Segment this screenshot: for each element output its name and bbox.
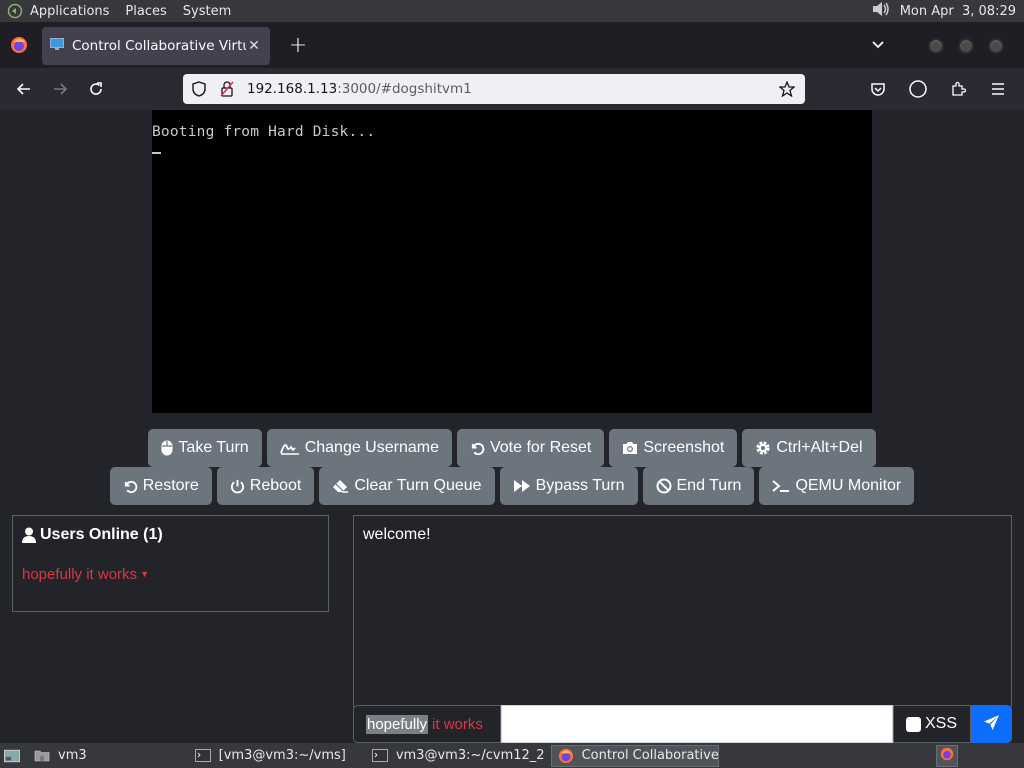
user-list-item[interactable]: hopefully it works ▼ — [22, 566, 149, 583]
screenshot-label: Screenshot — [643, 439, 725, 456]
xss-checkbox[interactable] — [906, 716, 921, 732]
bookmark-star-icon[interactable] — [775, 74, 799, 104]
undo-icon — [123, 479, 138, 494]
terminal-window-icon — [194, 749, 211, 763]
taskbar-item-terminal-cvm[interactable]: vm3@vm3:~/cvm12_2 — [366, 745, 551, 767]
camera-icon — [622, 441, 638, 455]
new-tab-button[interactable]: + — [280, 27, 316, 63]
ctrl-alt-del-label: Ctrl+Alt+Del — [776, 439, 863, 456]
clear-turn-queue-button[interactable]: Clear Turn Queue — [319, 467, 495, 505]
vm-text-cursor — [152, 152, 161, 154]
close-window-button[interactable] — [988, 38, 1004, 54]
list-all-tabs-icon[interactable] — [866, 34, 890, 56]
undo-icon — [470, 441, 485, 456]
vote-for-reset-button[interactable]: Vote for Reset — [456, 429, 605, 467]
chat-username-label: hopefully it works — [353, 705, 501, 743]
dropdown-caret-icon: ▼ — [140, 569, 149, 579]
send-button[interactable] — [971, 705, 1012, 743]
users-online-title: Users Online (1) — [40, 526, 163, 543]
places-menu[interactable]: Places — [125, 4, 166, 19]
xss-toggle[interactable]: XSS — [893, 705, 971, 743]
change-username-button[interactable]: Change Username — [266, 429, 452, 467]
signature-icon — [279, 441, 300, 455]
gear-icon — [755, 440, 771, 456]
users-online-panel: Users Online (1) hopefully it works ▼ — [12, 515, 329, 612]
ban-icon — [656, 478, 672, 494]
screenshot-button[interactable]: Screenshot — [609, 429, 738, 467]
tab-active[interactable]: Control Collaborative Virtual Machine ✕ — [42, 27, 270, 65]
show-desktop-icon — [4, 749, 20, 763]
account-icon[interactable] — [900, 73, 936, 105]
reboot-label: Reboot — [249, 477, 302, 494]
change-username-label: Change Username — [304, 439, 439, 456]
taskbar-item-vm3-folder[interactable]: vm3 — [28, 745, 93, 767]
system-menu[interactable]: System — [183, 4, 231, 19]
vm-controls-row-2: Restore Reboot Clear Turn Queue Bypass T… — [0, 467, 1024, 505]
distro-logo-icon[interactable] — [6, 2, 24, 20]
applications-menu[interactable]: Applications — [30, 4, 109, 19]
reboot-button[interactable]: Reboot — [216, 467, 315, 505]
navigation-bar: 192.168.1.13:3000/#dogshitvm1 — [0, 68, 1024, 110]
ctrl-alt-del-button[interactable]: Ctrl+Alt+Del — [742, 429, 876, 467]
user-icon — [22, 527, 36, 543]
chat-message-input[interactable] — [501, 705, 893, 743]
vm-controls-row-1: Take Turn Change Username Vote for Reset… — [0, 429, 1024, 467]
chat-message: welcome! — [363, 526, 431, 543]
firefox-mini-icon — [940, 747, 954, 765]
end-turn-label: End Turn — [676, 477, 742, 494]
qemu-monitor-button[interactable]: QEMU Monitor — [759, 467, 915, 505]
terminal-window-icon — [371, 749, 388, 763]
vm-display[interactable]: Booting from Hard Disk... — [152, 110, 872, 413]
vm-console-text: Booting from Hard Disk... — [152, 124, 376, 140]
extensions-icon[interactable] — [940, 73, 976, 105]
mouse-icon — [161, 440, 173, 456]
chat-panel: welcome! — [353, 515, 1012, 707]
tab-title: Control Collaborative Virtual Machine — [72, 38, 246, 54]
maximize-window-button[interactable] — [958, 38, 974, 54]
restore-label: Restore — [142, 477, 199, 494]
pocket-icon[interactable] — [860, 73, 896, 105]
terminal-icon — [772, 479, 790, 493]
chat-input-row: hopefully it works XSS — [353, 705, 1012, 743]
vote-for-reset-label: Vote for Reset — [489, 439, 592, 456]
restore-button[interactable]: Restore — [109, 467, 212, 505]
take-turn-button[interactable]: Take Turn — [148, 429, 262, 467]
url-bar[interactable]: 192.168.1.13:3000/#dogshitvm1 — [183, 74, 805, 104]
insecure-lock-icon[interactable] — [215, 74, 239, 104]
take-turn-label: Take Turn — [178, 439, 249, 456]
clear-turn-queue-label: Clear Turn Queue — [354, 477, 482, 494]
forward-icon — [513, 479, 531, 493]
end-turn-button[interactable]: End Turn — [642, 467, 755, 505]
show-desktop-button[interactable] — [0, 745, 28, 767]
workspace-switcher[interactable] — [936, 744, 958, 767]
taskbar-item-terminal-vms[interactable]: [vm3@vm3:~/vms] — [189, 745, 352, 767]
forward-button[interactable] — [42, 73, 78, 105]
eraser-icon — [332, 479, 349, 493]
folder-icon — [34, 749, 50, 763]
bottom-taskbar: vm3 [vm3@vm3:~/vms] vm3@vm3:~/cvm12_2 Co… — [0, 743, 1024, 768]
url-text[interactable]: 192.168.1.13:3000/#dogshitvm1 — [247, 81, 771, 97]
top-panel: Applications Places System Mon Apr 3, 08… — [0, 0, 1024, 22]
tab-strip: Control Collaborative Virtual Machine ✕ … — [0, 22, 1024, 68]
firefox-view-icon[interactable] — [0, 22, 38, 68]
minimize-window-button[interactable] — [928, 38, 944, 54]
bypass-turn-label: Bypass Turn — [535, 477, 625, 494]
bypass-turn-button[interactable]: Bypass Turn — [499, 467, 638, 505]
close-tab-icon[interactable]: ✕ — [246, 38, 262, 54]
clock[interactable]: Mon Apr 3, 08:29 — [900, 4, 1016, 19]
send-plane-icon — [983, 714, 1000, 735]
power-icon — [230, 479, 245, 494]
hamburger-menu-icon[interactable] — [980, 73, 1016, 105]
volume-icon[interactable] — [870, 0, 892, 23]
users-online-heading: Users Online (1) — [22, 526, 163, 544]
monitor-icon — [50, 37, 64, 55]
qemu-monitor-label: QEMU Monitor — [795, 477, 902, 494]
tracking-protection-shield-icon[interactable] — [187, 74, 211, 104]
taskbar-item-firefox[interactable]: Control Collaborative... — [550, 744, 719, 767]
firefox-icon — [558, 748, 574, 763]
back-button[interactable] — [6, 73, 42, 105]
xss-label: XSS — [925, 715, 958, 732]
reload-button[interactable] — [78, 73, 114, 105]
